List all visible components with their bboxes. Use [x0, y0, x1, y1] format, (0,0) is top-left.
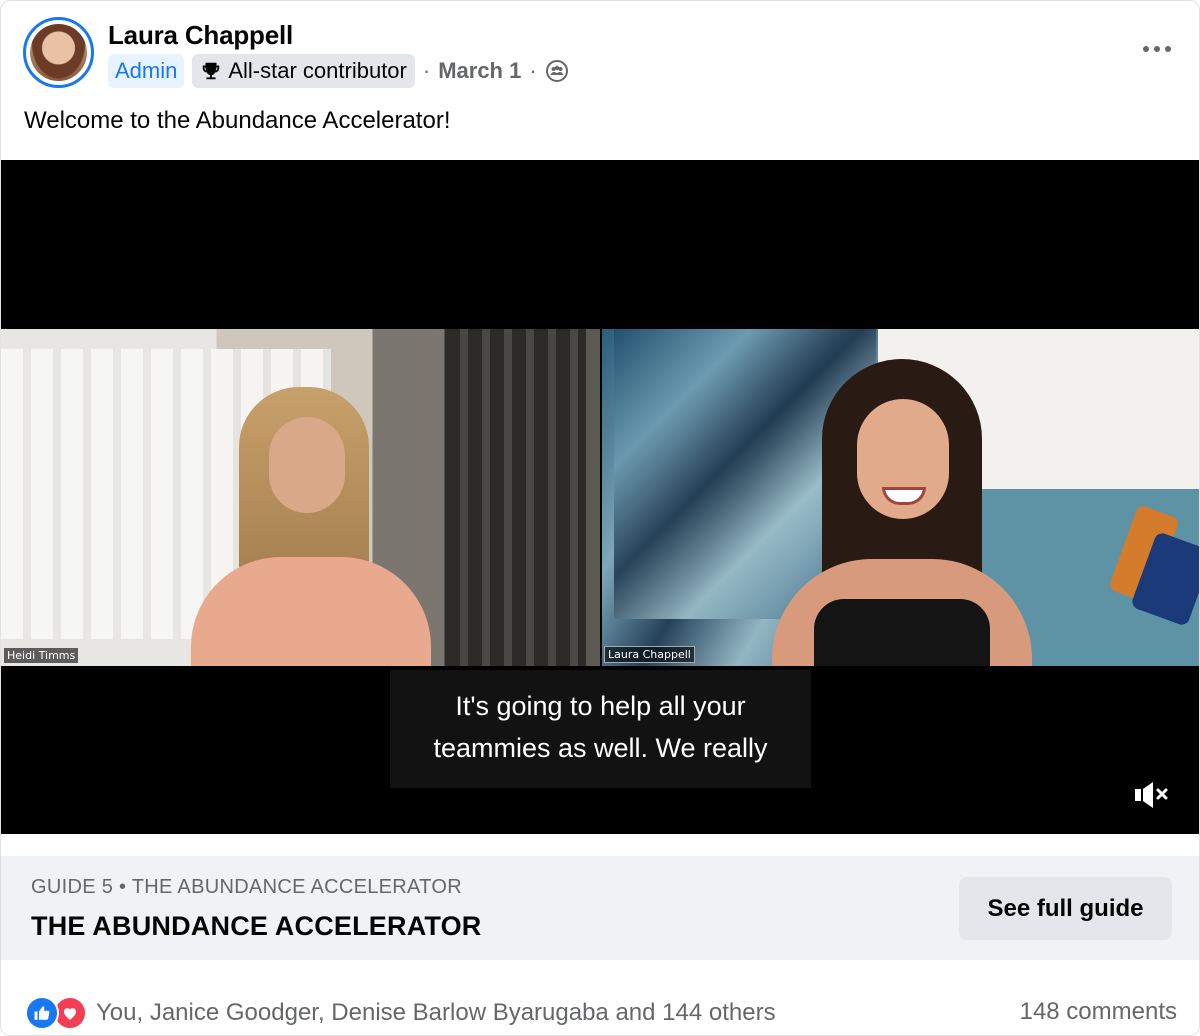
author-name[interactable]: Laura Chappell [108, 20, 293, 51]
guide-subtitle: GUIDE 5 • THE ABUNDANCE ACCELERATOR [31, 876, 462, 898]
guide-banner: GUIDE 5 • THE ABUNDANCE ACCELERATOR THE … [1, 856, 1199, 960]
participant-name-tag: Heidi Timms [4, 648, 79, 663]
post-card: Laura Chappell Admin All-star contributo… [0, 0, 1200, 1036]
participant-tile-left: Heidi Timms [1, 329, 600, 666]
admin-badge[interactable]: Admin [108, 54, 185, 88]
video-player[interactable]: Heidi Timms Laura Chappell It's going to… [1, 160, 1199, 834]
see-full-guide-button[interactable]: See full guide [959, 877, 1172, 940]
trophy-icon [203, 62, 220, 80]
contributor-badge[interactable]: All-star contributor [192, 54, 415, 88]
separator: · [422, 58, 431, 83]
more-horizontal-icon [1143, 46, 1149, 52]
group-icon[interactable] [545, 59, 569, 83]
comments-count-link[interactable]: 148 comments [1020, 998, 1177, 1026]
like-reaction-icon [25, 996, 59, 1030]
participant-tile-right: Laura Chappell [602, 329, 1199, 666]
avatar-image [30, 24, 87, 81]
post-caption: Welcome to the Abundance Accelerator! [24, 107, 451, 134]
reactions-summary[interactable]: You, Janice Goodger, Denise Barlow Byaru… [25, 993, 776, 1033]
post-date[interactable]: March 1 [438, 58, 521, 84]
separator: · [529, 58, 537, 83]
participant-video-heidi [191, 387, 431, 666]
author-avatar[interactable] [23, 17, 94, 88]
participant-name-tag: Laura Chappell [604, 646, 695, 663]
post-meta: Admin All-star contributor · March 1 · [108, 53, 569, 89]
speaker-muted-icon[interactable] [1131, 778, 1171, 812]
guide-title[interactable]: THE ABUNDANCE ACCELERATOR [31, 911, 482, 942]
contributor-badge-label: All-star contributor [228, 58, 407, 83]
participant-video-laura [752, 359, 1052, 666]
more-options-button[interactable] [1137, 31, 1177, 67]
reactions-text: You, Janice Goodger, Denise Barlow Byaru… [96, 999, 776, 1026]
video-subtitle: It's going to help all your teammies as … [390, 670, 811, 788]
